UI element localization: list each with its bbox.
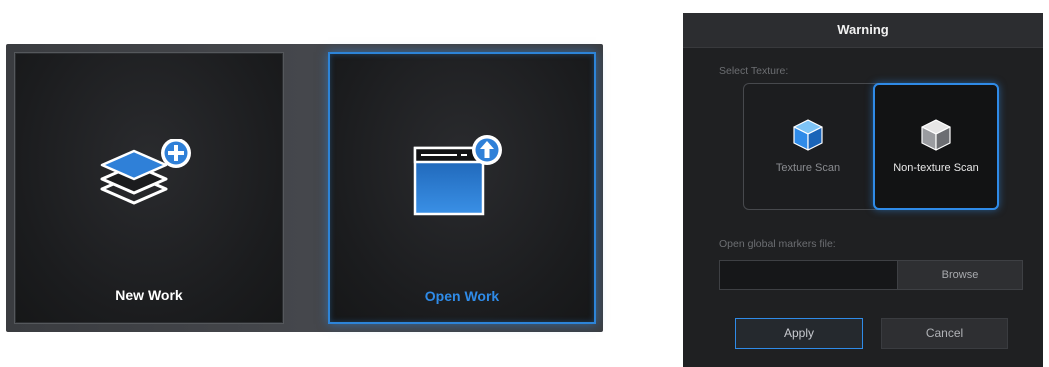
new-work-card[interactable]: New Work (14, 52, 284, 324)
texture-option-group: Texture Scan Non-texture Scan (743, 83, 999, 210)
open-work-label: Open Work (424, 288, 500, 304)
texture-scan-label: Texture Scan (775, 162, 841, 174)
open-work-card[interactable]: Open Work (328, 52, 596, 324)
markers-file-label: Open global markers file: (719, 238, 836, 250)
non-texture-scan-option[interactable]: Non-texture Scan (873, 83, 999, 210)
non-texture-scan-label: Non-texture Scan (893, 162, 979, 174)
browse-button[interactable]: Browse (897, 260, 1023, 290)
cancel-button[interactable]: Cancel (881, 318, 1008, 349)
select-texture-label: Select Texture: (719, 65, 789, 77)
warning-dialog: Warning Select Texture: Texture Scan Non… (683, 13, 1043, 367)
dialog-title: Warning (683, 13, 1043, 48)
window-upload-icon (407, 134, 517, 224)
texture-scan-option[interactable]: Texture Scan (744, 84, 872, 209)
markers-file-input[interactable] (719, 260, 897, 290)
layers-add-icon (94, 138, 204, 223)
start-panel: New Work Open Work (6, 44, 603, 332)
apply-button[interactable]: Apply (735, 318, 863, 349)
new-work-label: New Work (115, 287, 183, 303)
cube-icon (920, 118, 952, 156)
cube-icon (792, 118, 824, 156)
